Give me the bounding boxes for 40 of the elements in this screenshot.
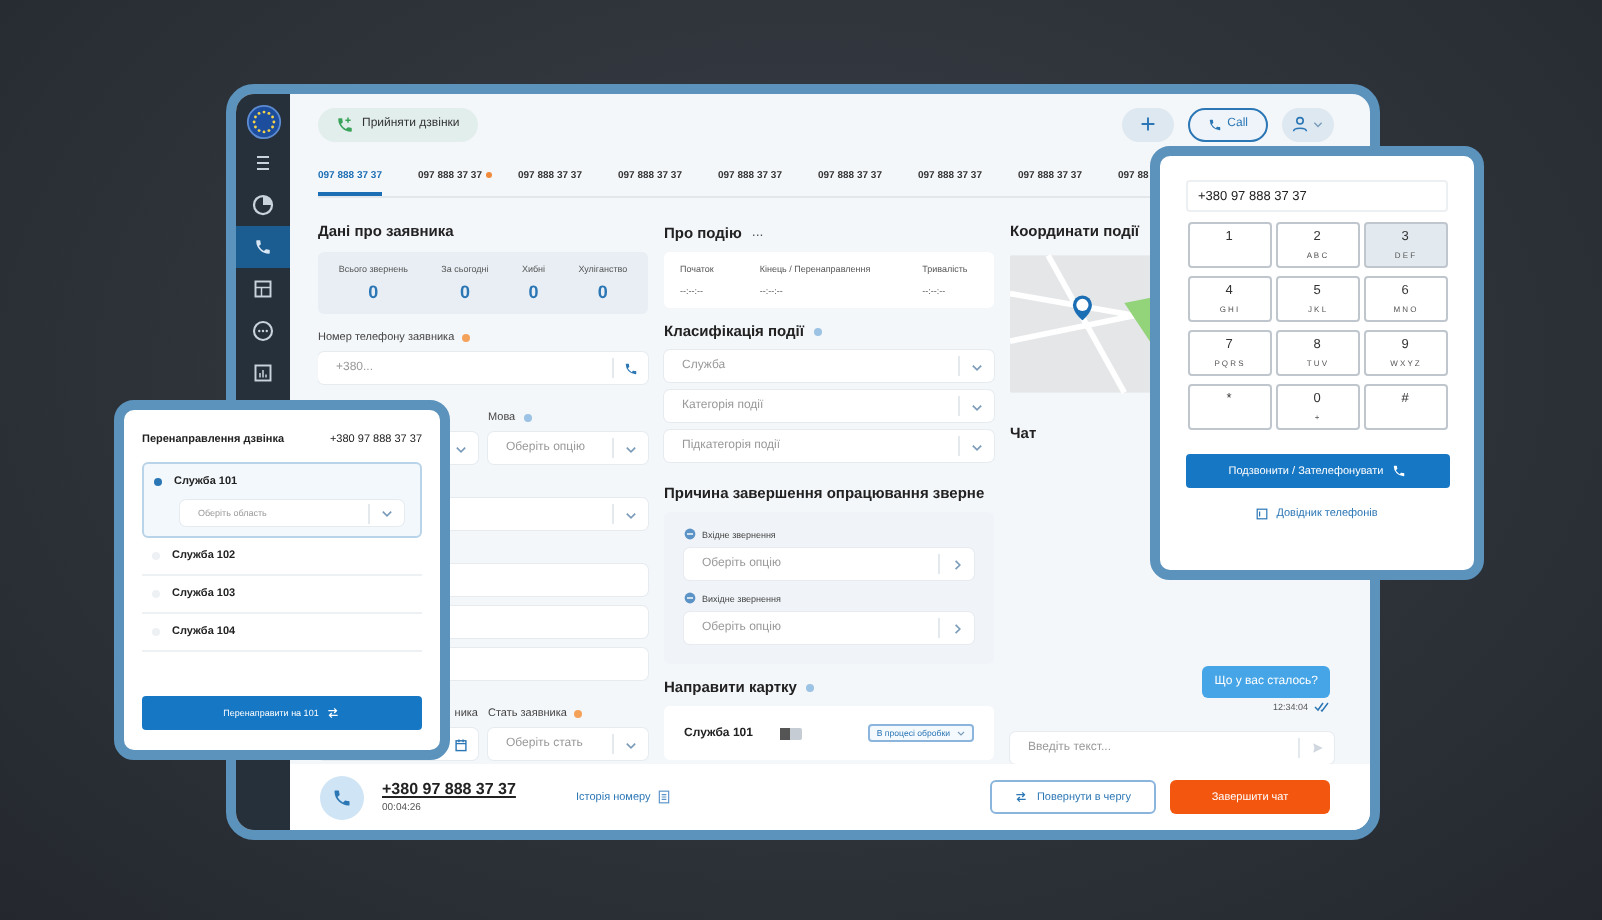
chevron-right-icon — [950, 621, 964, 635]
phone-glyph-icon — [332, 787, 352, 807]
send-icon — [1311, 742, 1323, 754]
phone-icon — [624, 361, 638, 375]
swap-icon — [1014, 790, 1029, 804]
stat-value: 0 — [597, 282, 608, 302]
add-button[interactable] — [1121, 107, 1174, 141]
chat-icon — [248, 316, 278, 346]
chevron-down-icon — [956, 728, 966, 738]
calendar-icon — [454, 737, 468, 751]
swap-icon — [326, 706, 341, 720]
minus-circle-icon — [684, 592, 696, 604]
chevron-right-icon — [950, 557, 964, 571]
phone-icon — [1207, 117, 1222, 131]
phone-plus-icon — [336, 115, 354, 133]
stat-value: 0 — [459, 282, 470, 302]
minus-circle-icon — [684, 528, 696, 540]
phone-icon — [1391, 464, 1406, 478]
chevron-down-icon — [624, 441, 638, 455]
chevron-down-icon — [624, 507, 638, 521]
chevron-down-icon — [1312, 118, 1324, 130]
user-menu-button[interactable] — [1282, 107, 1334, 141]
user-icon — [1292, 116, 1308, 132]
radio-button[interactable] — [154, 478, 162, 486]
chevron-down-icon — [454, 441, 468, 455]
emblem-icon — [245, 103, 281, 139]
stat-value: 0 — [528, 282, 539, 302]
chevron-down-icon — [970, 439, 984, 453]
plus-icon — [1139, 116, 1156, 132]
pie-chart-icon — [248, 190, 278, 220]
chevron-down-icon — [970, 359, 984, 373]
toggle-switch[interactable] — [780, 727, 803, 739]
book-icon — [1256, 508, 1269, 520]
stat-value: 0 — [368, 282, 379, 302]
chevron-down-icon — [380, 506, 394, 520]
document-icon — [658, 790, 671, 804]
chevron-down-icon — [970, 399, 984, 413]
phone-nav-item[interactable] — [236, 226, 290, 268]
caller-number: +380 97 888 37 37 — [382, 780, 518, 798]
chevron-down-icon — [624, 737, 638, 751]
